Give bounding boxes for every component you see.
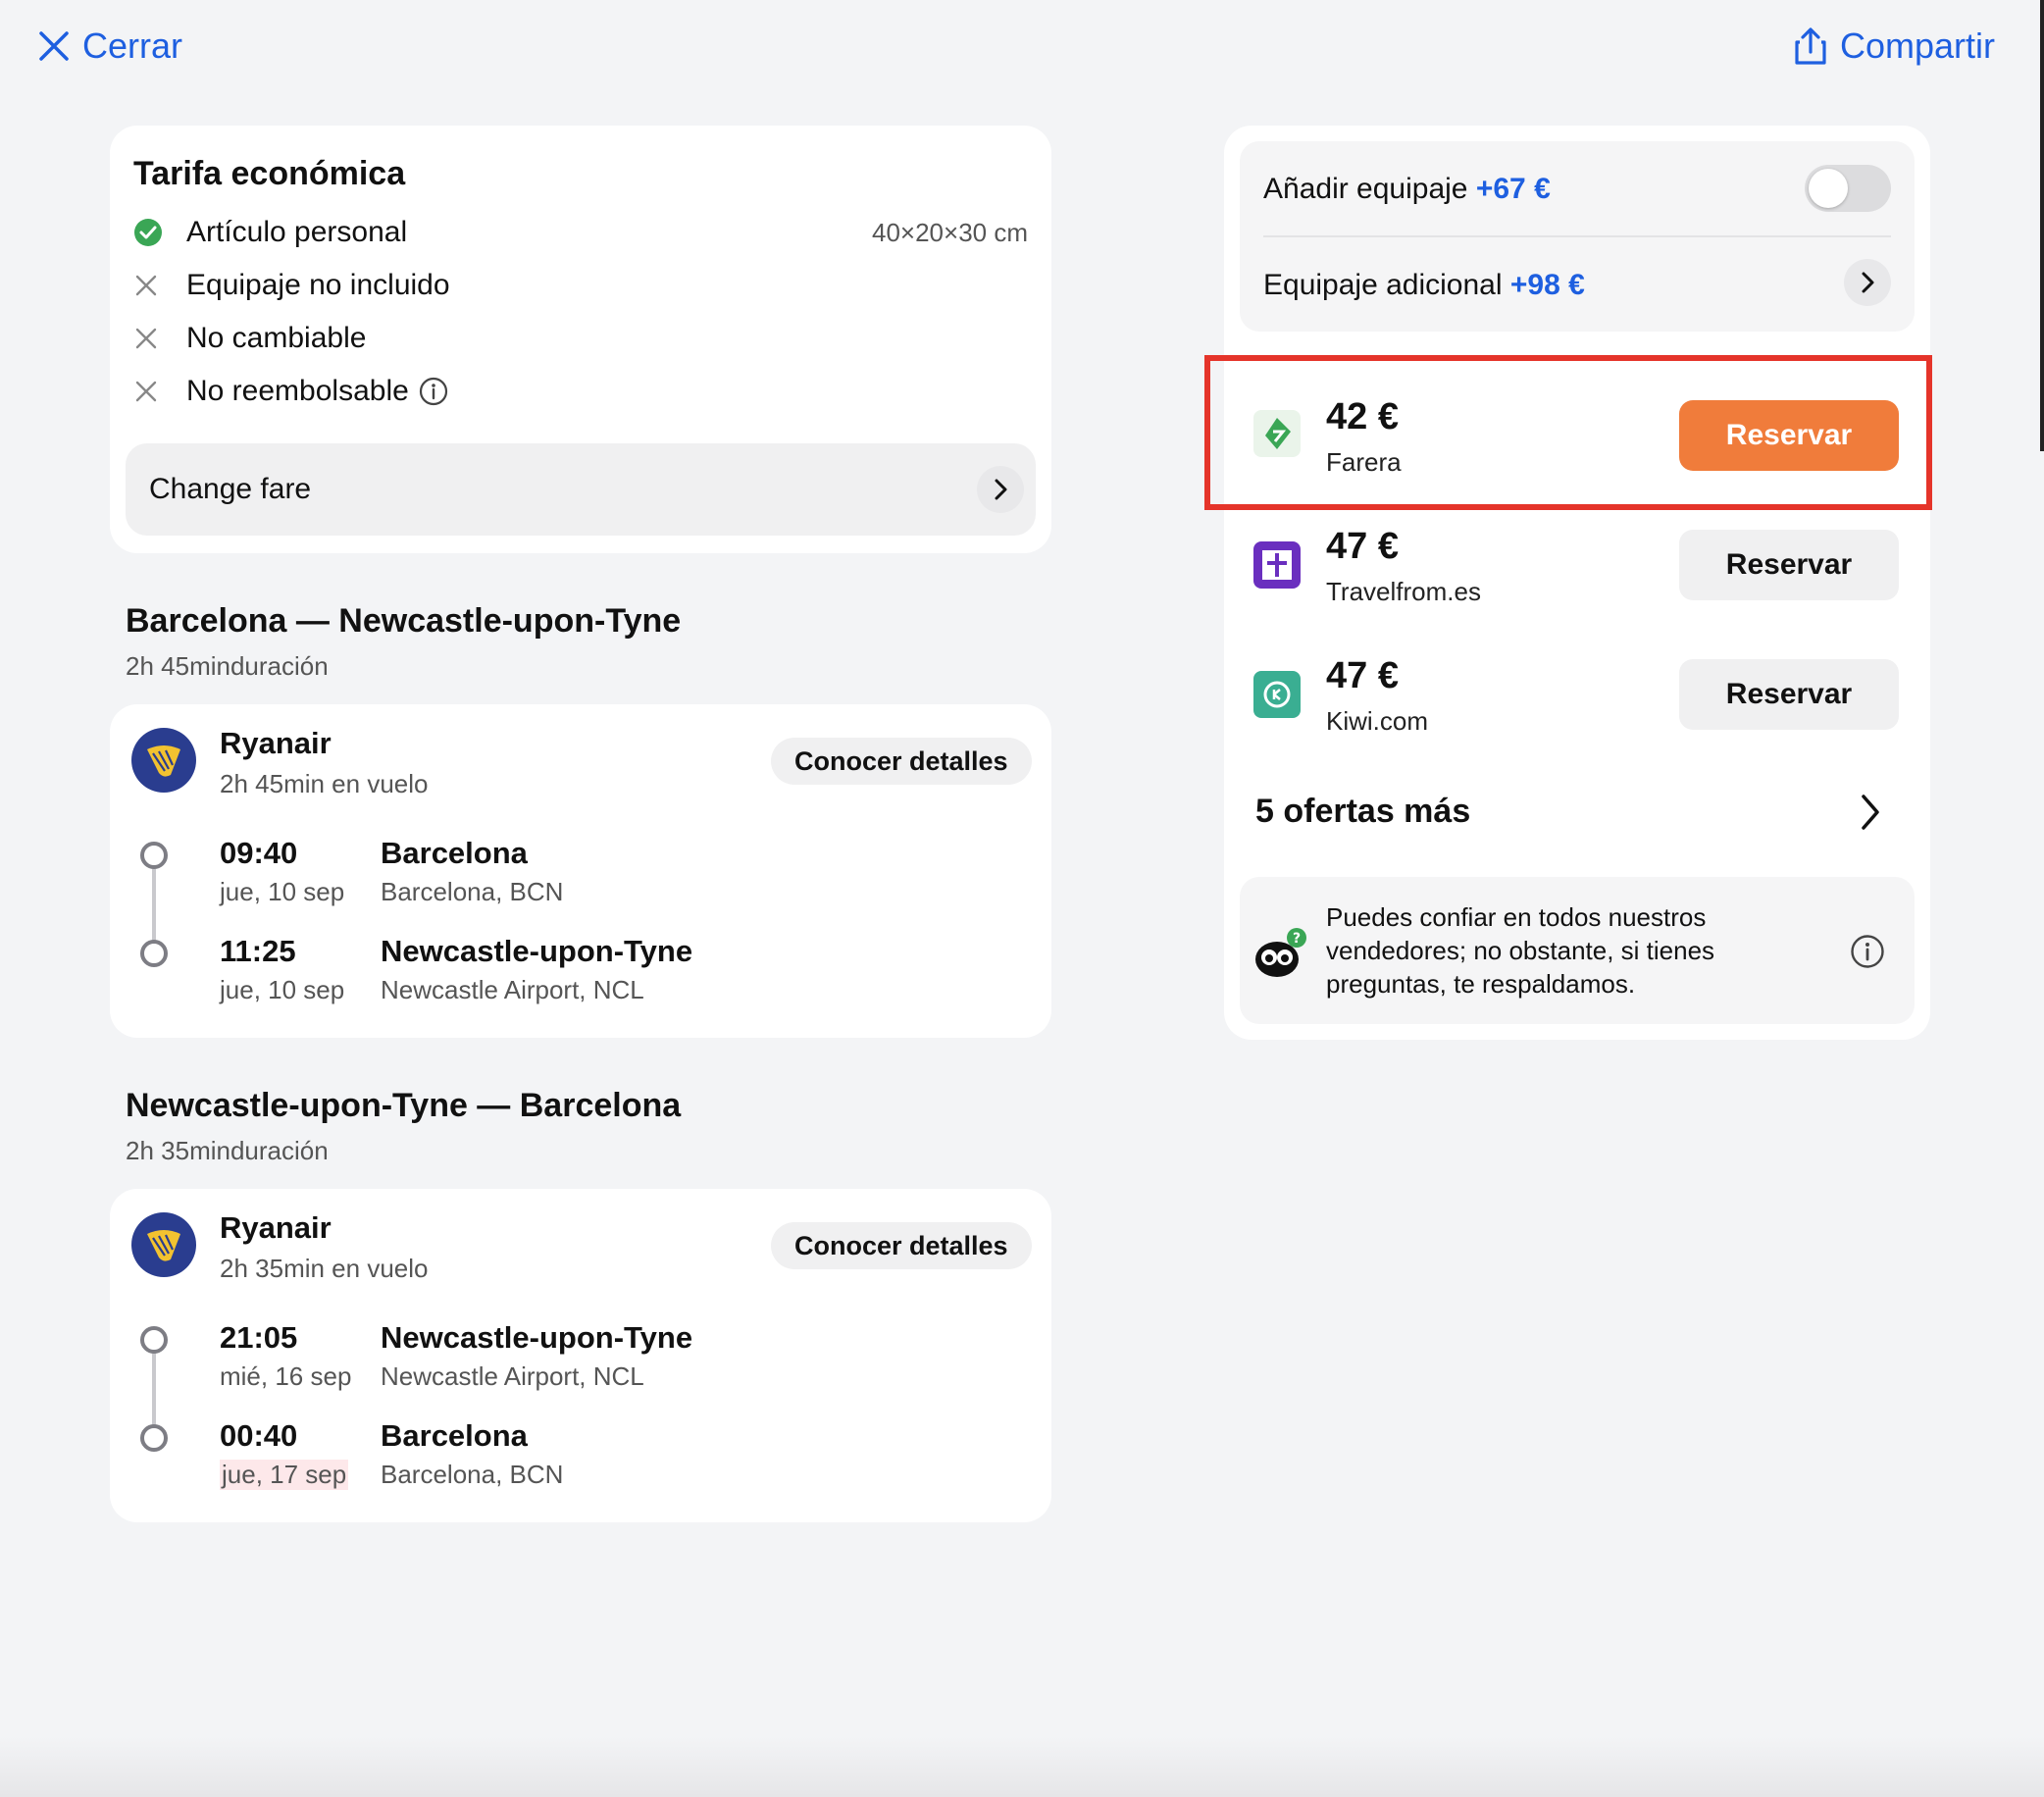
info-icon[interactable] bbox=[419, 377, 448, 406]
timeline-dot bbox=[140, 1424, 168, 1452]
divider bbox=[1263, 235, 1891, 237]
close-button[interactable]: Cerrar bbox=[37, 26, 182, 67]
chevron-right-icon[interactable] bbox=[1844, 259, 1891, 306]
timeline-dot bbox=[140, 842, 168, 869]
extra-baggage-price: +98 € bbox=[1509, 269, 1585, 301]
ryanair-logo-icon bbox=[131, 728, 196, 793]
offer-vendor: Travelfrom.es bbox=[1326, 577, 1481, 606]
airline-name: Ryanair bbox=[220, 726, 332, 760]
offer-vendor: Farera bbox=[1326, 447, 1402, 477]
arrival-date: jue, 17 sep bbox=[220, 1460, 349, 1490]
travelfrom-logo-icon bbox=[1253, 541, 1301, 589]
check-icon bbox=[134, 219, 162, 246]
reserve-button[interactable]: Reservar bbox=[1679, 659, 1899, 730]
add-baggage-toggle[interactable] bbox=[1805, 165, 1891, 212]
offers-panel: Añadir equipaje +67 € Equipaje adicional… bbox=[1204, 126, 1932, 1040]
segment-title: Newcastle-upon-Tyne — Barcelona bbox=[126, 1087, 682, 1124]
fare-item-label: No cambiable bbox=[186, 322, 367, 354]
fare-item-detail: 40×20×30 cm bbox=[871, 217, 1028, 247]
airline-name: Ryanair bbox=[220, 1210, 332, 1245]
segment-duration: 2h 35minduración bbox=[126, 1136, 329, 1165]
close-icon bbox=[39, 31, 69, 61]
more-offers-label: 5 ofertas más bbox=[1255, 793, 1471, 830]
trust-message: Puedes confiar en todos nuestros vendedo… bbox=[1326, 902, 1715, 999]
cross-icon bbox=[135, 275, 157, 296]
share-label: Compartir bbox=[1840, 26, 1996, 66]
extra-baggage-label[interactable]: Equipaje adicional +98 € bbox=[1263, 269, 1585, 302]
toggle-knob bbox=[1809, 169, 1848, 208]
offer-price: 42 € bbox=[1326, 396, 1399, 437]
info-icon[interactable] bbox=[1850, 934, 1885, 969]
segment-duration: 2h 45minduración bbox=[126, 651, 329, 681]
share-icon bbox=[1795, 27, 1826, 65]
share-button[interactable]: Compartir bbox=[1793, 26, 1995, 67]
add-baggage-label: Añadir equipaje +67 € bbox=[1263, 173, 1551, 206]
departure-date: jue, 10 sep bbox=[220, 877, 345, 906]
details-button[interactable]: Conocer detalles bbox=[771, 738, 1032, 785]
arrival-city: Newcastle-upon-Tyne bbox=[381, 934, 693, 968]
fare-item-change: No cambiable bbox=[133, 322, 366, 355]
arrival-airport: Barcelona, BCN bbox=[381, 1460, 564, 1489]
add-baggage-price: +67 € bbox=[1475, 173, 1551, 205]
timeline-dot bbox=[140, 940, 168, 967]
baggage-box: Añadir equipaje +67 € Equipaje adicional… bbox=[1240, 141, 1915, 332]
segment-card: Ryanair 2h 45min en vuelo Conocer detall… bbox=[110, 704, 1051, 1038]
fare-item-label: Artículo personal bbox=[186, 216, 408, 248]
departure-date: mié, 16 sep bbox=[220, 1361, 352, 1391]
more-offers-button[interactable]: 5 ofertas más bbox=[1255, 783, 1899, 842]
trust-box: ? Puedes confiar en todos nuestros vende… bbox=[1240, 877, 1915, 1024]
cross-icon bbox=[135, 328, 157, 349]
fare-item-label: Equipaje no incluido bbox=[186, 269, 450, 301]
ryanair-logo-icon bbox=[131, 1212, 196, 1277]
arrival-airport: Newcastle Airport, NCL bbox=[381, 975, 644, 1004]
bottom-fade bbox=[0, 1736, 2044, 1797]
change-fare-label: Change fare bbox=[149, 473, 312, 505]
departure-city: Newcastle-upon-Tyne bbox=[381, 1320, 693, 1355]
departure-city: Barcelona bbox=[381, 836, 528, 870]
flight-time: 2h 45min en vuelo bbox=[220, 769, 429, 798]
departure-time: 09:40 bbox=[220, 836, 298, 870]
flight-time: 2h 35min en vuelo bbox=[220, 1254, 429, 1283]
offer-vendor: Kiwi.com bbox=[1326, 706, 1429, 736]
timeline-dot bbox=[140, 1326, 168, 1354]
fare-item-personal: Artículo personal 40×20×30 cm bbox=[133, 216, 1028, 249]
extra-baggage-text: Equipaje adicional bbox=[1263, 269, 1503, 301]
svg-text:?: ? bbox=[1293, 931, 1301, 947]
departure-airport: Barcelona, BCN bbox=[381, 877, 564, 906]
fare-item-refund: No reembolsable bbox=[133, 375, 448, 408]
offer-price: 47 € bbox=[1326, 526, 1399, 567]
change-fare-button[interactable]: Change fare bbox=[126, 443, 1036, 536]
arrival-city: Barcelona bbox=[381, 1418, 528, 1453]
scrollbar[interactable] bbox=[2040, 0, 2044, 451]
chevron-right-icon bbox=[977, 466, 1024, 513]
reserve-button[interactable]: Reservar bbox=[1679, 530, 1899, 600]
owl-mascot-icon: ? bbox=[1255, 928, 1306, 977]
arrival-date: jue, 10 sep bbox=[220, 975, 345, 1004]
segment-title: Barcelona — Newcastle-upon-Tyne bbox=[126, 602, 682, 640]
details-button[interactable]: Conocer detalles bbox=[771, 1222, 1032, 1269]
kiwi-logo-icon bbox=[1253, 671, 1301, 718]
farera-logo-icon bbox=[1253, 410, 1301, 457]
departure-airport: Newcastle Airport, NCL bbox=[381, 1361, 644, 1391]
close-label: Cerrar bbox=[82, 26, 183, 66]
arrival-time: 00:40 bbox=[220, 1418, 298, 1453]
departure-time: 21:05 bbox=[220, 1320, 298, 1355]
fare-card: Tarifa económica Artículo personal 40×20… bbox=[110, 126, 1051, 553]
add-baggage-text: Añadir equipaje bbox=[1263, 173, 1468, 205]
segment-card: Ryanair 2h 35min en vuelo Conocer detall… bbox=[110, 1189, 1051, 1522]
reserve-button[interactable]: Reservar bbox=[1679, 400, 1899, 471]
offer-price: 47 € bbox=[1326, 655, 1399, 696]
arrival-time: 11:25 bbox=[220, 934, 296, 968]
cross-icon bbox=[135, 381, 157, 402]
fare-item-label: No reembolsable bbox=[186, 375, 409, 407]
fare-item-baggage: Equipaje no incluido bbox=[133, 269, 450, 302]
chevron-right-icon bbox=[1862, 795, 1879, 830]
fare-title: Tarifa económica bbox=[133, 155, 406, 192]
